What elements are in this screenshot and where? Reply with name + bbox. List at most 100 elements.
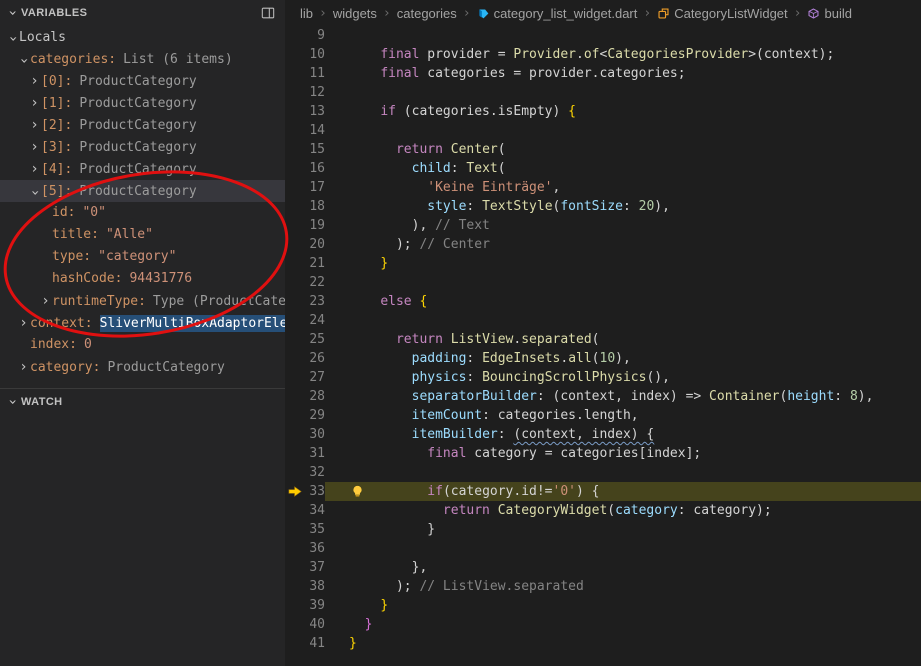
line-number[interactable]: 38 — [285, 577, 325, 596]
code-line-content[interactable] — [325, 121, 921, 140]
chevron-right-icon[interactable]: › — [28, 92, 41, 114]
code-line-content[interactable]: return CategoryWidget(category: category… — [325, 501, 921, 520]
breadcrumb-item-lib[interactable]: lib — [300, 6, 313, 21]
chevron-down-icon[interactable]: › — [2, 32, 24, 45]
chevron-right-icon[interactable]: › — [28, 158, 41, 180]
chevron-right-icon[interactable]: › — [28, 136, 41, 158]
code-line-content[interactable] — [325, 311, 921, 330]
breadcrumb-item-categories[interactable]: categories — [397, 6, 457, 21]
breadcrumb-item-build[interactable]: build — [807, 6, 852, 21]
variable-row[interactable]: hashCode: 94431776 — [0, 268, 285, 290]
variable-row[interactable]: ›categories: List (6 items) — [0, 48, 285, 70]
code-line-content[interactable]: final categories = provider.categories; — [325, 64, 921, 83]
line-number[interactable]: 34 — [285, 501, 325, 520]
line-number[interactable]: 10 — [285, 45, 325, 64]
code-line-content[interactable]: } — [325, 634, 921, 653]
code-line-content[interactable]: } — [325, 520, 921, 539]
breadcrumb-item-widgets[interactable]: widgets — [333, 6, 377, 21]
variable-row[interactable]: ›[5]: ProductCategory — [0, 180, 285, 202]
code-line-content[interactable]: itemBuilder: (context, index) { — [325, 425, 921, 444]
line-number[interactable]: 16 — [285, 159, 325, 178]
line-number[interactable]: 29 — [285, 406, 325, 425]
line-number[interactable]: 17 — [285, 178, 325, 197]
line-number[interactable]: 40 — [285, 615, 325, 634]
variable-row[interactable]: › [3]: ProductCategory — [0, 136, 285, 158]
variable-row[interactable]: index: 0 — [0, 334, 285, 356]
lightbulb-icon[interactable] — [351, 485, 364, 498]
variable-row[interactable]: › category: ProductCategory — [0, 356, 285, 378]
code-line-content[interactable] — [325, 26, 921, 45]
code-line-content[interactable]: ), // Text — [325, 216, 921, 235]
variable-row[interactable]: › [1]: ProductCategory — [0, 92, 285, 114]
line-number[interactable]: 37 — [285, 558, 325, 577]
code-line-content[interactable] — [325, 463, 921, 482]
variable-row[interactable]: › [2]: ProductCategory — [0, 114, 285, 136]
breadcrumb-item-categorylistwidget[interactable]: CategoryListWidget — [657, 6, 788, 21]
split-panel-icon[interactable] — [261, 6, 275, 20]
chevron-right-icon[interactable]: › — [28, 114, 41, 136]
code-line-content[interactable]: ); // ListView.separated — [325, 577, 921, 596]
line-number[interactable]: 19 — [285, 216, 325, 235]
line-number[interactable]: 9 — [285, 26, 325, 45]
code-line-content[interactable]: return ListView.separated( — [325, 330, 921, 349]
chevron-right-icon[interactable]: › — [17, 312, 30, 334]
code-line-content[interactable] — [325, 539, 921, 558]
chevron-right-icon[interactable]: › — [28, 70, 41, 92]
line-number[interactable]: 27 — [285, 368, 325, 387]
line-number[interactable]: 32 — [285, 463, 325, 482]
code-line-content[interactable]: child: Text( — [325, 159, 921, 178]
code-line-content[interactable]: padding: EdgeInsets.all(10), — [325, 349, 921, 368]
line-number[interactable]: 26 — [285, 349, 325, 368]
variable-row[interactable]: › [4]: ProductCategory — [0, 158, 285, 180]
code-line-content[interactable]: return Center( — [325, 140, 921, 159]
code-line-content[interactable]: } — [325, 615, 921, 634]
variable-row[interactable]: ›runtimeType: Type (ProductCateg… — [0, 290, 285, 312]
line-number[interactable]: 20 — [285, 235, 325, 254]
code-line-content[interactable]: else { — [325, 292, 921, 311]
watch-section-header[interactable]: › WATCH — [0, 388, 285, 415]
chevron-down-icon[interactable]: › — [13, 54, 35, 67]
code-line-content[interactable] — [325, 273, 921, 292]
chevron-down-icon[interactable]: › — [24, 186, 46, 199]
line-number[interactable]: 39 — [285, 596, 325, 615]
variable-row[interactable]: type: "category" — [0, 246, 285, 268]
code-line-content[interactable]: if(category.id!='0') { — [325, 482, 921, 501]
line-number[interactable]: 15 — [285, 140, 325, 159]
variable-row[interactable]: ›context: SliverMultiBoxAdaptorElement — [0, 312, 285, 334]
breadcrumb-item-category-list-widget-dart[interactable]: category_list_widget.dart — [477, 6, 637, 21]
line-number[interactable]: 12 — [285, 83, 325, 102]
line-number[interactable]: 41 — [285, 634, 325, 653]
line-number[interactable]: 25 — [285, 330, 325, 349]
code-line-content[interactable]: 'Keine Einträge', — [325, 178, 921, 197]
line-number[interactable]: 18 — [285, 197, 325, 216]
code-line-content[interactable]: } — [325, 596, 921, 615]
code-line-content[interactable]: ); // Center — [325, 235, 921, 254]
code-line-content[interactable]: final category = categories[index]; — [325, 444, 921, 463]
line-number[interactable]: 28 — [285, 387, 325, 406]
line-number[interactable]: 24 — [285, 311, 325, 330]
code-line-content[interactable]: itemCount: categories.length, — [325, 406, 921, 425]
line-number[interactable]: 35 — [285, 520, 325, 539]
code-line-content[interactable]: }, — [325, 558, 921, 577]
code-line-content[interactable]: if (categories.isEmpty) { — [325, 102, 921, 121]
code-line-content[interactable] — [325, 83, 921, 102]
variable-row[interactable]: › [0]: ProductCategory — [0, 70, 285, 92]
line-number[interactable]: 31 — [285, 444, 325, 463]
variable-row[interactable]: ›Locals — [0, 26, 285, 48]
code-line-content[interactable]: final provider = Provider.of<CategoriesP… — [325, 45, 921, 64]
chevron-right-icon[interactable]: › — [39, 290, 52, 312]
variable-row[interactable]: id: "0" — [0, 202, 285, 224]
variable-row[interactable]: title: "Alle" — [0, 224, 285, 246]
code-line-content[interactable]: physics: BouncingScrollPhysics(), — [325, 368, 921, 387]
line-number[interactable]: 30 — [285, 425, 325, 444]
code-line-content[interactable]: separatorBuilder: (context, index) => Co… — [325, 387, 921, 406]
line-number[interactable]: 13 — [285, 102, 325, 121]
line-number[interactable]: 21 — [285, 254, 325, 273]
code-line-content[interactable]: style: TextStyle(fontSize: 20), — [325, 197, 921, 216]
code-line-content[interactable]: } — [325, 254, 921, 273]
line-number[interactable]: 11 — [285, 64, 325, 83]
chevron-right-icon[interactable]: › — [17, 356, 30, 378]
variables-section-header[interactable]: › VARIABLES — [0, 0, 285, 26]
line-number[interactable]: 14 — [285, 121, 325, 140]
line-number[interactable]: 36 — [285, 539, 325, 558]
